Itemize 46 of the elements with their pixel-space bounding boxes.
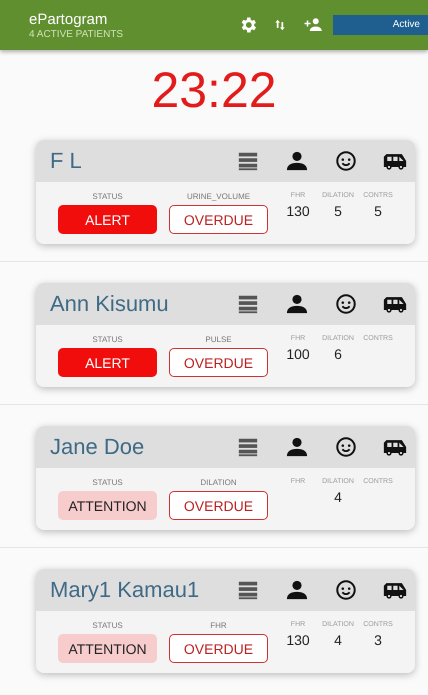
status-label: STATUS — [92, 621, 123, 630]
overdue-badge: OVERDUE — [169, 205, 268, 234]
baby-face-icon[interactable] — [334, 436, 358, 458]
overdue-label: PULSE — [205, 335, 232, 344]
patient-name: F L — [50, 148, 83, 174]
baby-face-icon[interactable] — [334, 579, 358, 601]
overdue-badge: OVERDUE — [169, 634, 268, 663]
patient-name: Ann Kisumu — [50, 291, 170, 317]
vital-value: 130 — [286, 203, 310, 219]
list-icon[interactable] — [236, 579, 260, 601]
list-icon[interactable] — [236, 150, 260, 172]
patient-name: Jane Doe — [50, 434, 146, 460]
person-icon[interactable] — [285, 150, 309, 172]
overdue-label: FHR — [210, 621, 227, 630]
person-icon[interactable] — [285, 436, 309, 458]
status-label: STATUS — [92, 192, 123, 201]
status-badge: ATTENTION — [58, 491, 157, 520]
overdue-badge: OVERDUE — [169, 491, 268, 520]
status-label: STATUS — [92, 478, 123, 487]
app-title: ePartogram — [29, 10, 108, 28]
patient-count: 4 ACTIVE PATIENTS — [29, 28, 124, 40]
list-icon[interactable] — [236, 293, 260, 315]
vital-value: 6 — [334, 346, 342, 362]
baby-face-icon[interactable] — [334, 293, 358, 315]
status-badge: ATTENTION — [58, 634, 157, 663]
status-label: STATUS — [92, 335, 123, 344]
overdue-label: URINE_VOLUME — [186, 192, 250, 201]
sort-icon[interactable] — [273, 17, 287, 33]
patient-name: Mary1 Kamau1 — [50, 577, 200, 603]
status-filter[interactable]: Active — [333, 15, 428, 35]
timer: 23:22 — [150, 61, 278, 120]
overdue-badge: OVERDUE — [169, 348, 268, 377]
person-icon[interactable] — [285, 579, 309, 601]
vital-value: 3 — [374, 632, 382, 648]
vital-value: 5 — [334, 203, 342, 219]
vital-value: 4 — [334, 632, 342, 648]
status-badge: ALERT — [58, 348, 157, 377]
status-badge: ALERT — [58, 205, 157, 234]
list-icon[interactable] — [236, 436, 260, 458]
baby-face-icon[interactable] — [334, 150, 358, 172]
person-icon[interactable] — [285, 293, 309, 315]
vital-value: 100 — [286, 346, 310, 362]
overdue-label: DILATION — [200, 478, 237, 487]
vital-value: 4 — [334, 489, 342, 505]
vital-value: 5 — [374, 203, 382, 219]
vital-value: 130 — [286, 632, 310, 648]
